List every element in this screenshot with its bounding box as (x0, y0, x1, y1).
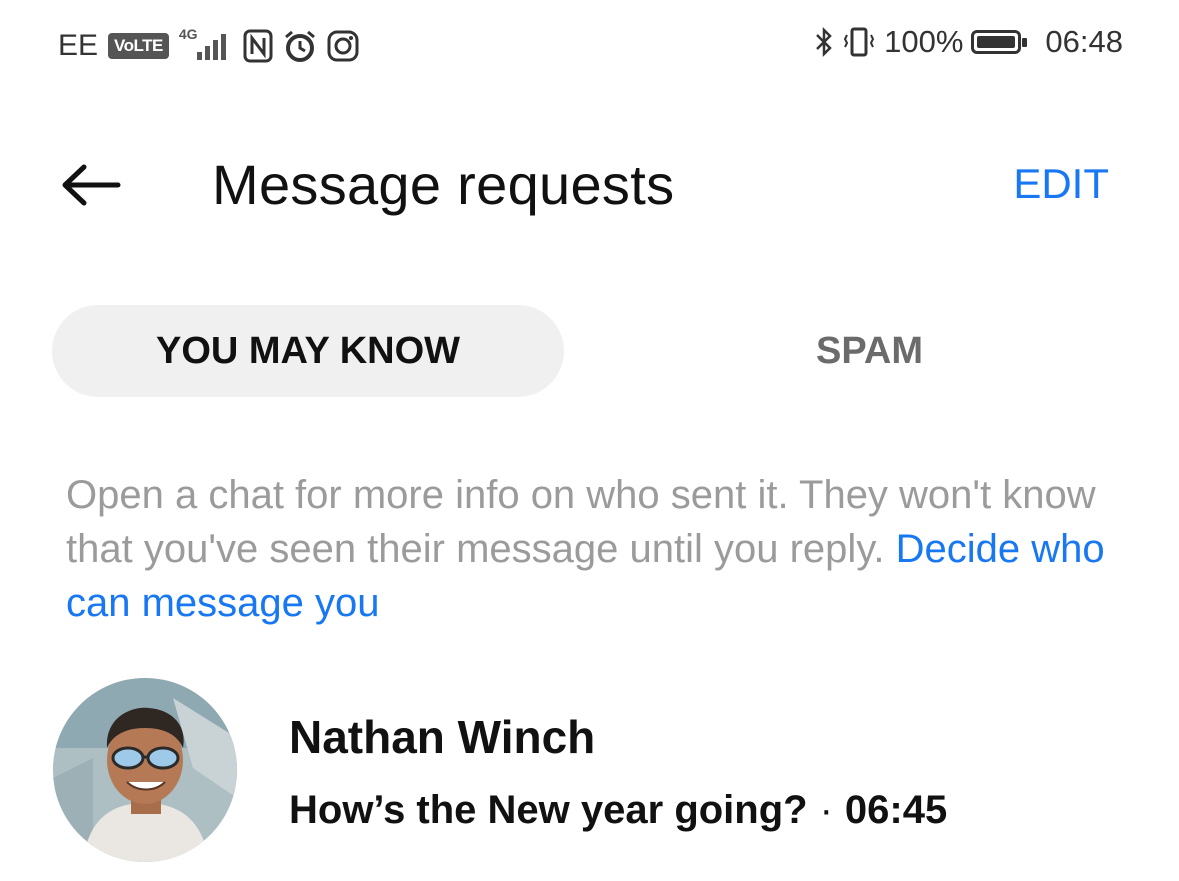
tab-you-may-know[interactable]: YOU MAY KNOW (52, 305, 564, 397)
separator-dot: · (819, 788, 833, 832)
bluetooth-icon (814, 26, 834, 58)
conversation-preview: How’s the New year going? · 06:45 (289, 788, 947, 833)
status-bar: EE VoLTE 4G 100% 06:48 (0, 0, 1179, 92)
page-title: Message requests (212, 153, 675, 216)
info-text: Open a chat for more info on who sent it… (66, 468, 1126, 630)
battery-percent: 100% (884, 24, 964, 59)
carrier-name: EE (58, 29, 99, 62)
conversation-name: Nathan Winch (289, 711, 596, 763)
arrow-left-icon (62, 164, 121, 206)
list-item[interactable]: Nathan Winch How’s the New year going? · 0… (0, 670, 1179, 870)
tab-spam[interactable]: SPAM (612, 305, 1127, 397)
signal-icon: 4G (179, 26, 233, 66)
back-button[interactable] (56, 155, 126, 215)
status-bar-left: EE VoLTE 4G (58, 26, 359, 66)
avatar (53, 678, 237, 862)
battery-icon (971, 30, 1028, 54)
instagram-icon (327, 30, 359, 62)
message-time: 06:45 (844, 788, 948, 832)
volte-badge: VoLTE (108, 33, 169, 59)
tab-bar: YOU MAY KNOW SPAM (52, 305, 1127, 397)
edit-button[interactable]: EDIT (1013, 160, 1109, 208)
clock: 06:48 (1045, 24, 1123, 59)
nfc-icon (243, 29, 273, 63)
alarm-icon (283, 29, 317, 63)
header: Message requests EDIT (0, 130, 1179, 240)
network-type: 4G (178, 26, 198, 42)
message-snippet: How’s the New year going? (289, 788, 808, 832)
status-bar-right: 100% 06:48 (814, 24, 1123, 60)
vibrate-icon (842, 26, 876, 58)
